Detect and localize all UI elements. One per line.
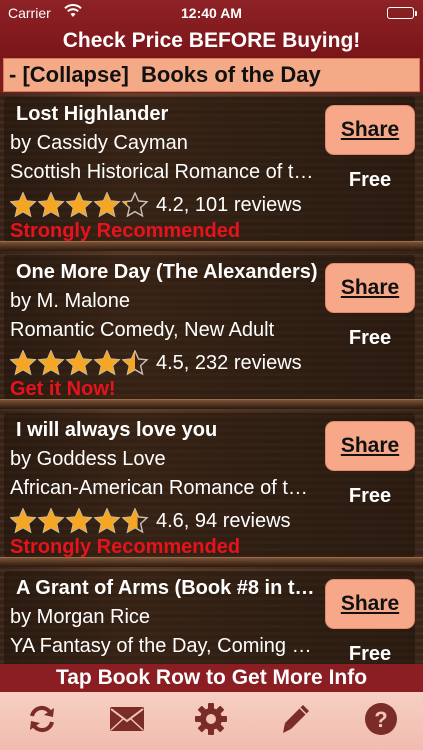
- star-icon: [10, 508, 38, 534]
- book-row[interactable]: A Grant of Arms (Book #8 in the Sorcerer…: [0, 567, 423, 667]
- rating: 4.5, 232 reviews: [10, 350, 320, 376]
- recommendation-label: Strongly Recommended: [10, 220, 241, 242]
- recommendation-label: Strongly Recommended: [10, 536, 241, 558]
- star-icon: [94, 192, 122, 218]
- help-icon: ?: [364, 702, 398, 741]
- star-icon: [38, 508, 66, 534]
- book-row[interactable]: I will always love you by Goddess Love Afr…: [0, 409, 423, 567]
- star-rating: [10, 350, 150, 376]
- mail-tab[interactable]: [103, 697, 151, 745]
- book-category: African-American Romance of the Day: [10, 477, 316, 499]
- rating: 4.2, 101 reviews: [10, 192, 320, 218]
- status-bar: Carrier 12:40 AM: [0, 0, 423, 28]
- page-title: Check Price BEFORE Buying!: [62, 29, 361, 52]
- help-tab[interactable]: ?: [357, 697, 405, 745]
- book-title: Lost Highlander: [16, 103, 169, 125]
- top-header: Carrier 12:40 AM Check Price BEFORE Buyi…: [0, 0, 423, 58]
- clock: 12:40 AM: [181, 5, 242, 21]
- star-icon: [122, 508, 150, 534]
- svg-text:?: ?: [374, 707, 387, 732]
- book-author: by Goddess Love: [10, 448, 166, 470]
- star-icon: [122, 350, 150, 376]
- book-row[interactable]: One More Day (The Alexanders) by M. Malon…: [0, 251, 423, 409]
- star-icon: [10, 350, 38, 376]
- shelf-ledge: [0, 557, 423, 567]
- star-icon: [122, 192, 150, 218]
- mail-icon: [109, 706, 145, 737]
- gear-icon: [194, 702, 228, 741]
- book-price: Free: [348, 169, 392, 191]
- star-icon: [38, 350, 66, 376]
- star-icon: [66, 192, 94, 218]
- rating: 4.6, 94 reviews: [10, 508, 320, 534]
- book-title: I will always love you: [16, 419, 218, 441]
- star-icon: [94, 350, 122, 376]
- shelf-ledge: [0, 399, 423, 409]
- rating-text: 4.6, 94 reviews: [156, 509, 291, 532]
- settings-tab[interactable]: [187, 697, 235, 745]
- book-row[interactable]: Lost Highlander by Cassidy Cayman Scottish…: [0, 93, 423, 251]
- refresh-tab[interactable]: [18, 697, 66, 745]
- star-rating: [10, 508, 150, 534]
- battery-icon: [387, 7, 417, 19]
- book-author: by M. Malone: [10, 290, 131, 312]
- pencil-icon: [281, 703, 311, 740]
- star-icon: [38, 192, 66, 218]
- collapse-section-toggle[interactable]: - [Collapse] Books of the Day: [3, 58, 420, 92]
- book-author: by Morgan Rice: [10, 606, 151, 628]
- recommendation-label: Get it Now!: [10, 378, 116, 400]
- share-button[interactable]: Share: [325, 263, 415, 313]
- book-category: YA Fantasy of the Day, Coming of Age: [10, 635, 316, 657]
- share-button[interactable]: Share: [325, 421, 415, 471]
- star-icon: [94, 508, 122, 534]
- book-price: Free: [348, 485, 392, 507]
- refresh-icon: [25, 702, 59, 741]
- star-icon: [66, 508, 94, 534]
- book-list[interactable]: Lost Highlander by Cassidy Cayman Scottish…: [0, 93, 423, 667]
- rating-text: 4.5, 232 reviews: [156, 351, 302, 374]
- book-title: A Grant of Arms (Book #8 in the Sorcerer…: [16, 577, 322, 599]
- footer-hint: Tap Book Row to Get More Info: [0, 664, 423, 692]
- star-rating: [10, 192, 150, 218]
- book-category: Scottish Historical Romance of the Day: [10, 161, 316, 183]
- share-button[interactable]: Share: [325, 579, 415, 629]
- book-price: Free: [348, 643, 392, 665]
- share-button[interactable]: Share: [325, 105, 415, 155]
- book-title: One More Day (The Alexanders): [16, 261, 318, 283]
- rating-text: 4.2, 101 reviews: [156, 193, 302, 216]
- edit-tab[interactable]: [272, 697, 320, 745]
- shelf-ledge: [0, 241, 423, 251]
- star-icon: [66, 350, 94, 376]
- tab-bar: ?: [0, 692, 423, 750]
- star-icon: [10, 192, 38, 218]
- book-category: Romantic Comedy, New Adult: [10, 319, 275, 341]
- book-author: by Cassidy Cayman: [10, 132, 188, 154]
- book-price: Free: [348, 327, 392, 349]
